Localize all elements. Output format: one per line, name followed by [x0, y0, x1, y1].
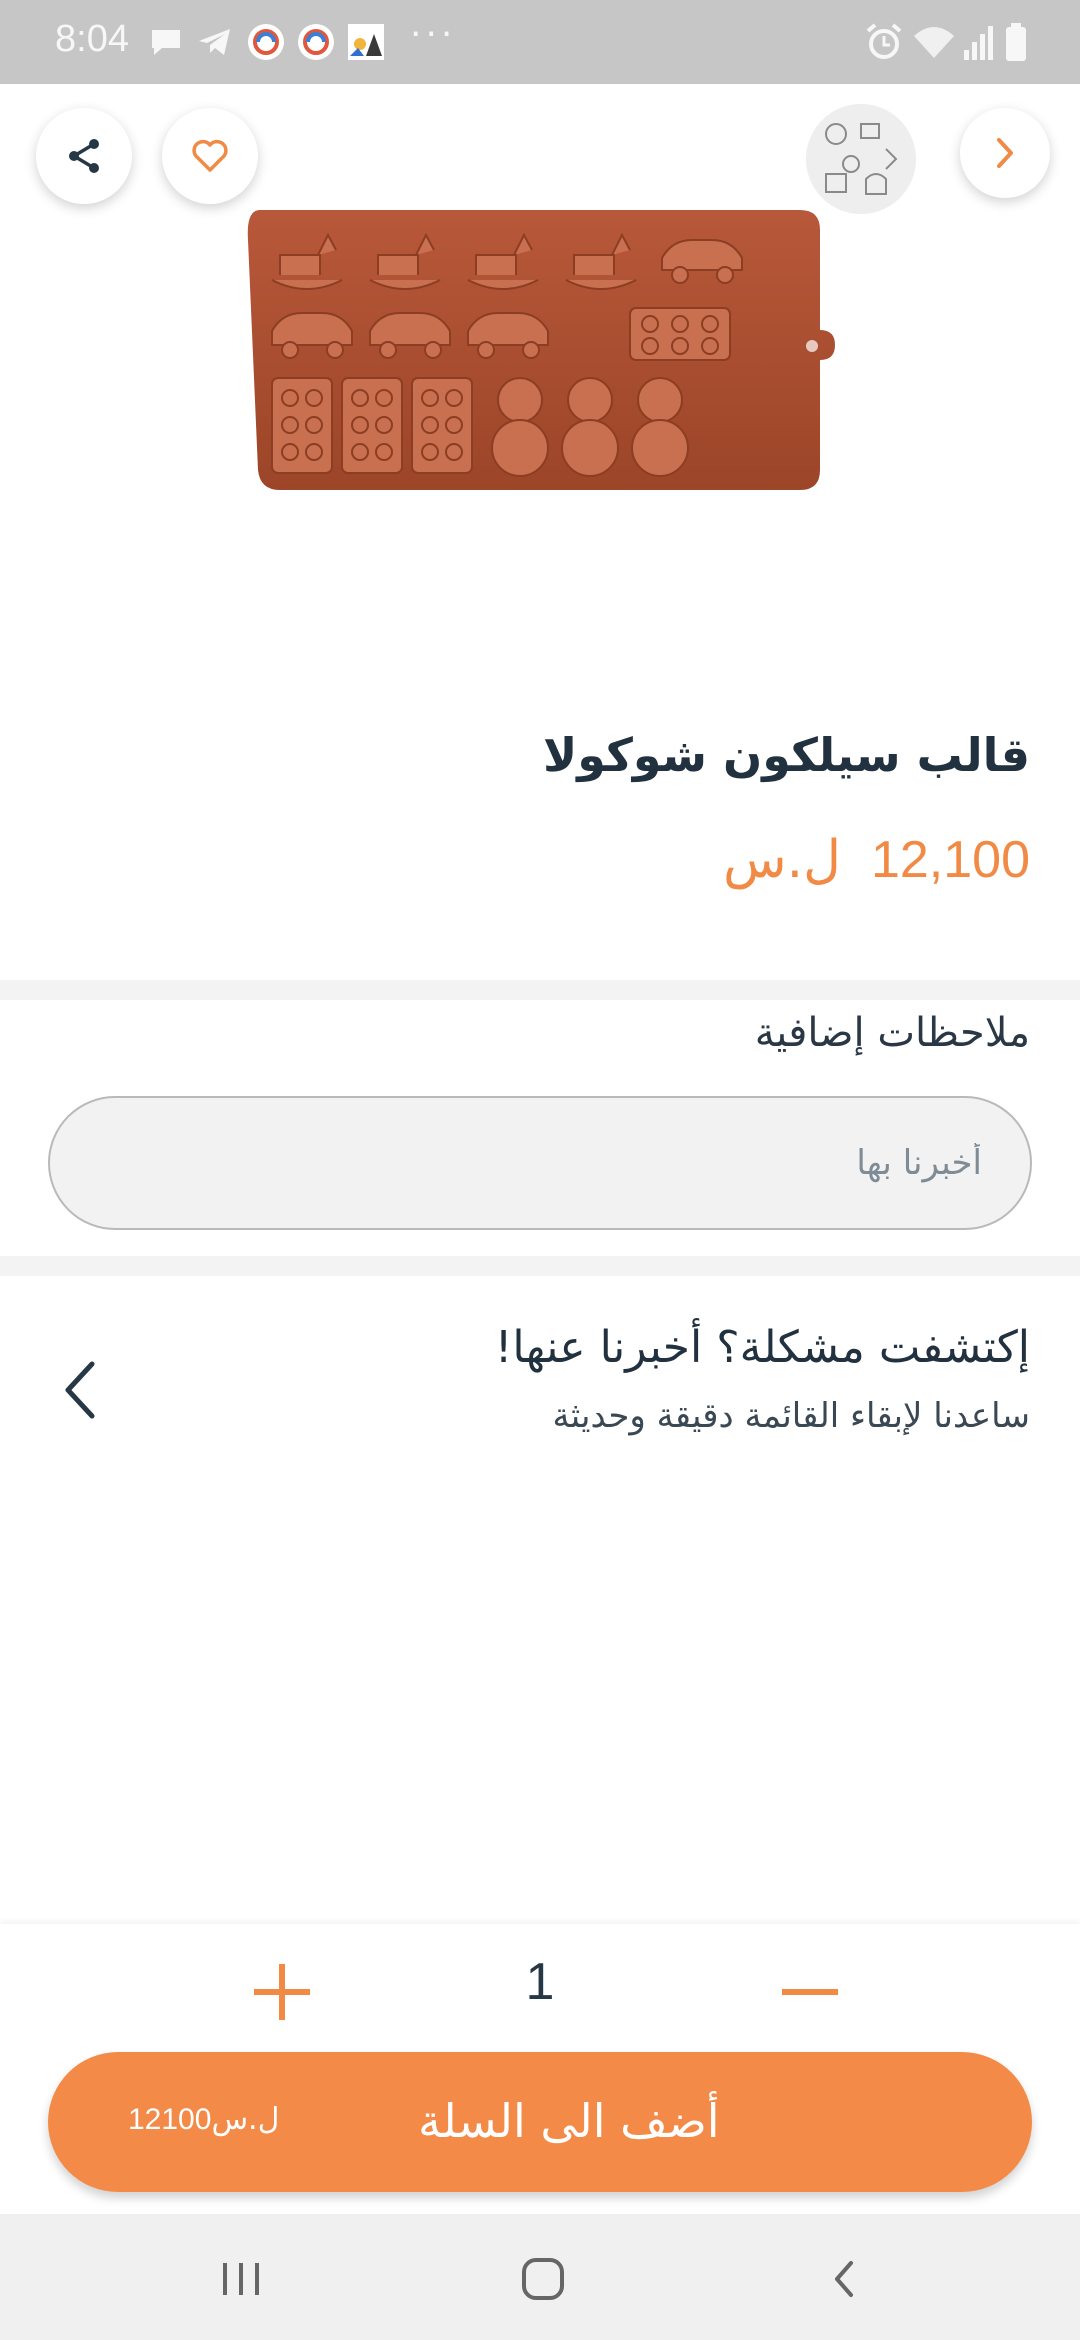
store-logo-pattern-icon [806, 104, 916, 214]
heart-icon [192, 139, 228, 172]
store-logo[interactable] [806, 104, 916, 214]
favorite-button[interactable] [162, 108, 258, 204]
app-icon [298, 24, 334, 60]
add-to-cart-label: أضف الى السلة [418, 2094, 720, 2148]
quantity-value: 1 [525, 1953, 555, 2011]
overflow-dots: ··· [410, 14, 457, 55]
share-icon [69, 139, 99, 173]
notes-input[interactable] [48, 1096, 1032, 1230]
add-to-cart-button[interactable]: أضف الى السلة 12100ل.س [48, 2052, 1032, 2192]
recents-button[interactable] [206, 2244, 276, 2314]
cart-total-currency: ل.س [211, 2102, 280, 2137]
minus-icon[interactable] [778, 1960, 842, 2024]
forward-button[interactable] [960, 108, 1050, 198]
section-divider [0, 980, 1080, 1000]
section-divider [0, 1256, 1080, 1276]
telegram-icon [199, 29, 230, 55]
report-title: إكتشفت مشكلة؟ أخبرنا عنها! [494, 1322, 1030, 1373]
product-price: 12,100 ل.س [330, 830, 1030, 890]
status-bar: 8:04 ··· [0, 0, 1080, 84]
price-value: 12,100 [870, 831, 1030, 889]
app-icon [248, 24, 284, 60]
alarm-icon [866, 23, 902, 59]
wifi-icon [914, 27, 954, 58]
status-time: 8:04 [55, 18, 129, 60]
chocolate-mold-image [247, 210, 835, 490]
home-button[interactable] [508, 2244, 578, 2314]
battery-icon [1006, 23, 1026, 61]
system-nav-bar [0, 2214, 1080, 2340]
chevron-left-icon [65, 1361, 95, 1419]
back-icon [835, 2261, 853, 2297]
report-subtitle: ساعدنا لإبقاء القائمة دقيقة وحديثة [552, 1396, 1030, 1436]
photo-icon [348, 24, 384, 60]
notes-label: ملاحظات إضافية [754, 1010, 1030, 1056]
cart-total: 12100ل.س [128, 2102, 289, 2137]
chevron-right-icon [997, 138, 1013, 168]
plus-icon[interactable] [250, 1960, 314, 2024]
home-icon [522, 2258, 564, 2300]
message-icon [152, 30, 180, 55]
price-currency: ل.س [723, 830, 841, 890]
back-button[interactable] [810, 2244, 880, 2314]
share-button[interactable] [36, 108, 132, 204]
signal-icon [964, 26, 993, 60]
product-title: قالب سيلكون شوكولا [543, 728, 1030, 782]
recents-icon [223, 2263, 259, 2295]
cart-total-value: 12100 [128, 2103, 212, 2136]
report-issue-row[interactable]: إكتشفت مشكلة؟ أخبرنا عنها! ساعدنا لإبقاء… [0, 1300, 1080, 1460]
